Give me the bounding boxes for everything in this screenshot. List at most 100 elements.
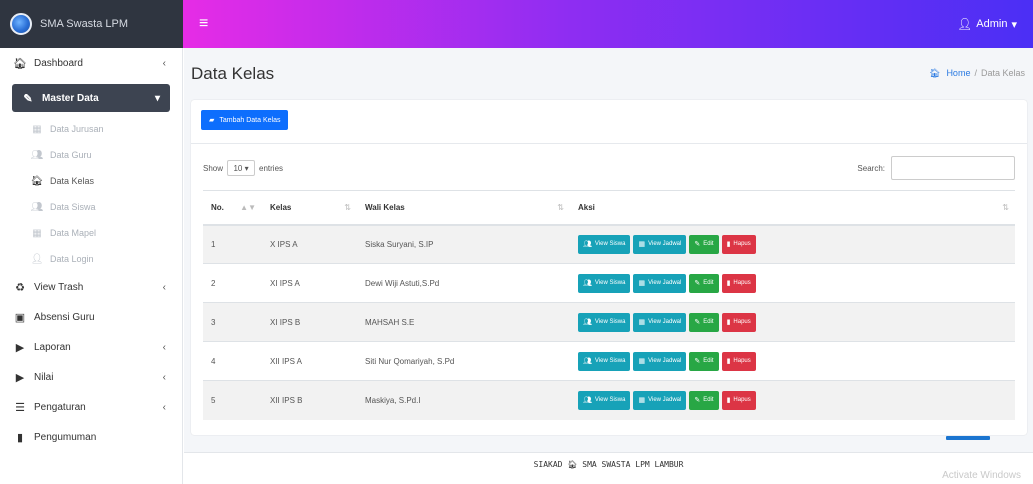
- sidebar-item-label: Dashboard: [34, 57, 83, 69]
- edit-button[interactable]: ✎ Edit: [689, 351, 719, 371]
- sidebar-subitem-data-login[interactable]: 👤︎ Data Login: [0, 246, 182, 272]
- table-row: 1X IPS A Siska Suryani, S.IP 👥︎ View Siswa ▦…: [203, 224, 1015, 264]
- edit-icon: ✎: [694, 319, 701, 326]
- search-label: Search:: [857, 163, 885, 173]
- view-siswa-button[interactable]: 👥︎ View Siswa: [578, 234, 631, 254]
- view-siswa-button-label: View Siswa: [594, 241, 626, 248]
- view-jadwal-button[interactable]: ▦ View Jadwal: [633, 390, 687, 410]
- view-jadwal-button-label: View Jadwal: [648, 397, 682, 404]
- menu-toggle-icon[interactable]: ≡: [199, 15, 208, 33]
- folder-icon: ▰: [209, 117, 215, 124]
- delete-button[interactable]: ▮ Hapus: [721, 351, 756, 371]
- calendar-icon: ▦: [638, 319, 646, 326]
- users-icon: 👥︎: [583, 358, 592, 365]
- cell-no: 2: [203, 263, 262, 303]
- sort-asc-icon: ▲▼: [240, 202, 256, 212]
- edit-button[interactable]: ✎ Edit: [689, 390, 719, 410]
- users-icon: 👥︎: [583, 241, 592, 249]
- edit-button[interactable]: ✎ Edit: [689, 273, 719, 293]
- edit-button[interactable]: ✎ Edit: [689, 234, 719, 254]
- cell-wali: Dewi Wiji Astuti,S.Pd: [357, 263, 570, 303]
- view-siswa-button[interactable]: 👥︎ View Siswa: [578, 351, 631, 371]
- view-jadwal-button[interactable]: ▦ View Jadwal: [633, 234, 687, 254]
- add-class-button[interactable]: ▰ Tambah Data Kelas: [201, 110, 289, 130]
- sidebar: 🏠︎ Dashboard ‹ ✎ Master Data ▾ ▦ Data Jurusan 👥︎…: [0, 48, 183, 484]
- table-header-row: No. ▲▼ Kelas ⇅ Wali Kelas ⇅ Aksi ⇅: [203, 190, 1015, 226]
- table-row: 3 XI IPS B MAHSAH S.E 👥︎ View Siswa ▦ View Jad…: [203, 302, 1015, 342]
- calendar-icon: ▦: [638, 397, 646, 405]
- sidebar-item-view-trash[interactable]: ♻ View Trash ‹: [0, 272, 182, 302]
- breadcrumb-home[interactable]: Home: [946, 68, 970, 79]
- card-body: Show 10 ▾ entries Search: No. ▲▼ Kelas ⇅ W…: [191, 144, 1027, 432]
- view-siswa-button[interactable]: 👥︎ View Siswa: [578, 273, 631, 293]
- datatable-controls: Show 10 ▾ entries Search:: [203, 156, 1015, 180]
- delete-button[interactable]: ▮ Hapus: [721, 273, 756, 293]
- delete-button[interactable]: ▮ Hapus: [721, 312, 756, 332]
- sidebar-subitem-data-mapel[interactable]: ▦ Data Mapel: [0, 220, 182, 246]
- sidebar-item-dashboard[interactable]: 🏠︎ Dashboard ‹: [0, 48, 182, 78]
- column-header-wali-kelas[interactable]: Wali Kelas ⇅: [357, 190, 570, 226]
- cell-aksi: 👥︎ View Siswa ▦ View Jadwal ✎ Edit ▮ Hapus: [570, 380, 1015, 420]
- sidebar-item-absensi-guru[interactable]: ▣ Absensi Guru: [0, 302, 182, 332]
- submenu-icon: 👥︎: [30, 201, 44, 213]
- view-jadwal-button[interactable]: ▦ View Jadwal: [633, 312, 687, 332]
- column-header-aksi[interactable]: Aksi ⇅: [570, 190, 1015, 226]
- users-icon: 👥︎: [583, 319, 592, 326]
- view-siswa-button[interactable]: 👥︎ View Siswa: [578, 312, 631, 332]
- cell-wali: Maskiya, S.Pd.I: [357, 380, 570, 420]
- submenu-icon: ▦: [32, 123, 42, 135]
- classes-table: No. ▲▼ Kelas ⇅ Wali Kelas ⇅ Aksi ⇅ 1X IPS AS…: [203, 190, 1015, 420]
- view-siswa-button[interactable]: 👥︎ View Siswa: [578, 390, 631, 410]
- caret-down-icon: ▾: [1011, 18, 1017, 31]
- delete-button[interactable]: ▮ Hapus: [721, 390, 756, 410]
- user-menu[interactable]: 👤︎ Admin ▾: [957, 17, 1017, 31]
- brand[interactable]: SMA Swasta LPM: [0, 0, 183, 48]
- view-jadwal-button[interactable]: ▦ View Jadwal: [633, 273, 687, 293]
- sidebar-subitem-data-kelas[interactable]: 🏠︎ Data Kelas: [0, 168, 182, 194]
- menu-item-icon: ▣: [14, 311, 26, 324]
- home-icon: 🏠︎: [13, 57, 27, 70]
- delete-button[interactable]: ▮ Hapus: [721, 234, 756, 254]
- entries-select[interactable]: 10 ▾: [227, 160, 256, 176]
- cell-kelas: XI IPS A: [262, 263, 357, 303]
- pagination-indicator[interactable]: [946, 436, 990, 440]
- breadcrumb-current: Data Kelas: [980, 68, 1025, 78]
- submenu-icon: ▦: [32, 227, 42, 239]
- menu-item-icon: ▶: [15, 341, 25, 354]
- sidebar-item-pengumuman[interactable]: ▮ Pengumuman: [0, 422, 182, 452]
- sidebar-item-pengaturan[interactable]: ☰ Pengaturan ‹: [0, 392, 182, 422]
- main-content: Data Kelas 🏠︎ Home / Data Kelas ▰ Tambah…: [184, 48, 1033, 484]
- sidebar-subitem-data-siswa[interactable]: 👥︎ Data Siswa: [0, 194, 182, 220]
- sort-icon: ⇅: [344, 202, 351, 212]
- user-name: Admin: [976, 18, 1008, 30]
- sidebar-item-nilai[interactable]: ▶ Nilai ‹: [0, 362, 182, 392]
- sidebar-subitem-label: Data Mapel: [50, 228, 97, 238]
- column-header-no[interactable]: No. ▲▼: [203, 190, 262, 226]
- search-input[interactable]: [891, 156, 1015, 180]
- edit-icon: ✎: [694, 397, 701, 405]
- delete-button-label: Hapus: [733, 319, 751, 325]
- column-header-kelas[interactable]: Kelas ⇅: [262, 190, 357, 226]
- sidebar-subitem-data-jurusan[interactable]: ▦ Data Jurusan: [0, 116, 182, 142]
- sidebar-subitem-label: Data Siswa: [50, 202, 96, 212]
- search-control: Search:: [857, 156, 1015, 180]
- cell-wali: Siti Nur Qomariyah, S.Pd: [357, 341, 570, 381]
- sidebar-subitem-data-guru[interactable]: 👥︎ Data Guru: [0, 142, 182, 168]
- edit-button[interactable]: ✎ Edit: [689, 312, 719, 332]
- home-icon: 🏠︎: [929, 68, 941, 78]
- view-siswa-button-label: View Siswa: [594, 397, 626, 404]
- view-jadwal-button[interactable]: ▦ View Jadwal: [633, 351, 687, 371]
- sidebar-item-laporan[interactable]: ▶ Laporan ‹: [0, 332, 182, 362]
- menu-item-icon: ▮: [16, 431, 24, 444]
- chevron-left-icon: ‹: [162, 57, 166, 69]
- activation-watermark: Activate Windows: [942, 470, 1021, 481]
- sidebar-subitem-label: Data Login: [50, 254, 94, 264]
- chevron-left-icon: ‹: [162, 281, 166, 293]
- sort-icon: ⇅: [557, 202, 564, 212]
- navbar: ≡ 👤︎ Admin ▾: [183, 0, 1033, 48]
- edit-icon: ✎: [694, 280, 701, 287]
- delete-button-label: Hapus: [733, 280, 751, 286]
- delete-button-label: Hapus: [733, 241, 751, 248]
- sidebar-item-master-data[interactable]: ✎ Master Data ▾: [12, 84, 170, 112]
- top-bar: SMA Swasta LPM ≡ 👤︎ Admin ▾: [0, 0, 1033, 48]
